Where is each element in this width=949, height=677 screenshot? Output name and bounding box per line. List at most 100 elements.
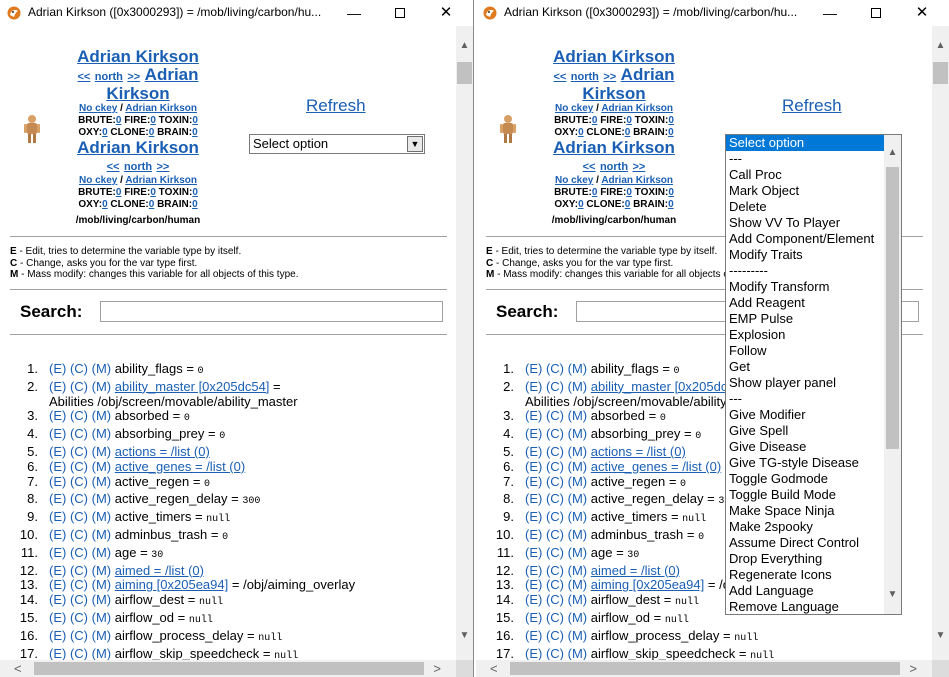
edit-link[interactable]: (E): [525, 646, 542, 660]
action-select[interactable]: Select option ▼: [249, 134, 425, 154]
scroll-up-icon[interactable]: ▲: [456, 40, 473, 58]
mass-modify-link[interactable]: (M): [568, 628, 588, 643]
name-small-link[interactable]: Adrian Kirkson: [125, 103, 197, 114]
change-link[interactable]: (C): [546, 563, 564, 578]
name-small-link-2[interactable]: Adrian Kirkson: [601, 175, 673, 186]
minimize-button[interactable]: —: [815, 3, 845, 23]
dropdown-option[interactable]: Regenerate Icons: [726, 567, 884, 583]
change-link[interactable]: (C): [546, 474, 564, 489]
mass-modify-link[interactable]: (M): [568, 444, 588, 459]
edit-link[interactable]: (E): [49, 426, 66, 441]
dropdown-option[interactable]: Give Modifier: [726, 407, 884, 423]
edit-link[interactable]: (E): [525, 577, 542, 592]
change-link[interactable]: (C): [70, 474, 88, 489]
change-link[interactable]: (C): [546, 646, 564, 660]
change-link[interactable]: (C): [70, 545, 88, 560]
name-small-link-2[interactable]: Adrian Kirkson: [125, 175, 197, 186]
change-link[interactable]: (C): [546, 361, 564, 376]
change-link[interactable]: (C): [70, 628, 88, 643]
change-link[interactable]: (C): [546, 408, 564, 423]
mass-modify-link[interactable]: (M): [568, 563, 588, 578]
edit-link[interactable]: (E): [525, 426, 542, 441]
dropdown-option[interactable]: Make 2spooky: [726, 519, 884, 535]
change-link[interactable]: (C): [70, 426, 88, 441]
brain-value-2[interactable]: 0: [668, 199, 674, 210]
refresh-link[interactable]: Refresh: [782, 96, 842, 116]
search-input[interactable]: [100, 301, 443, 322]
edit-link[interactable]: (E): [49, 610, 66, 625]
edit-link[interactable]: (E): [49, 474, 66, 489]
edit-link[interactable]: (E): [49, 459, 66, 474]
dropdown-option[interactable]: Give TG-style Disease: [726, 455, 884, 471]
h-scroll-thumb[interactable]: [34, 662, 424, 675]
edit-link[interactable]: (E): [49, 361, 66, 376]
maximize-button[interactable]: [385, 3, 415, 23]
dropdown-option[interactable]: EMP Pulse: [726, 311, 884, 327]
edit-link[interactable]: (E): [49, 577, 66, 592]
mob-name-link-3[interactable]: Adrian Kirkson: [46, 139, 230, 157]
mob-name-link-2b[interactable]: Kirkson: [46, 85, 230, 103]
mass-modify-link[interactable]: (M): [92, 527, 112, 542]
var-name-link[interactable]: active_genes = /list (0): [115, 459, 245, 474]
change-link[interactable]: (C): [70, 444, 88, 459]
var-name-link[interactable]: actions = /list (0): [115, 444, 210, 459]
mob-name-link-2a[interactable]: Adrian: [145, 65, 199, 84]
dropdown-option[interactable]: Show VV To Player: [726, 215, 884, 231]
var-name-link[interactable]: actions = /list (0): [591, 444, 686, 459]
edit-link[interactable]: (E): [525, 474, 542, 489]
mass-modify-link[interactable]: (M): [92, 610, 112, 625]
dropdown-option[interactable]: Toggle Build Mode: [726, 487, 884, 503]
var-name-link[interactable]: ability_master [0x205dc54]: [115, 379, 270, 394]
change-link[interactable]: (C): [546, 426, 564, 441]
mass-modify-link[interactable]: (M): [92, 459, 112, 474]
edit-link[interactable]: (E): [525, 563, 542, 578]
dropdown-option[interactable]: Add Reagent: [726, 295, 884, 311]
scroll-up-icon[interactable]: ▲: [884, 147, 901, 158]
mass-modify-link[interactable]: (M): [568, 509, 588, 524]
dropdown-option[interactable]: Follow: [726, 343, 884, 359]
edit-link[interactable]: (E): [49, 444, 66, 459]
nav-prev-link-2[interactable]: <<: [107, 161, 120, 173]
mass-modify-link[interactable]: (M): [568, 379, 588, 394]
mass-modify-link[interactable]: (M): [568, 491, 588, 506]
dropdown-option[interactable]: Assume Direct Control: [726, 535, 884, 551]
dropdown-option[interactable]: ---------: [726, 263, 884, 279]
change-link[interactable]: (C): [546, 527, 564, 542]
mass-modify-link[interactable]: (M): [92, 509, 112, 524]
mass-modify-link[interactable]: (M): [92, 491, 112, 506]
dropdown-scroll-thumb[interactable]: [886, 167, 899, 449]
edit-link[interactable]: (E): [49, 592, 66, 607]
edit-link[interactable]: (E): [525, 592, 542, 607]
brain-value[interactable]: 0: [668, 127, 674, 138]
dropdown-option[interactable]: Give Spell: [726, 423, 884, 439]
scroll-down-icon[interactable]: ▼: [456, 630, 473, 648]
mass-modify-link[interactable]: (M): [568, 577, 588, 592]
scroll-right-icon[interactable]: >: [909, 660, 917, 677]
edit-link[interactable]: (E): [49, 379, 66, 394]
mass-modify-link[interactable]: (M): [568, 474, 588, 489]
edit-link[interactable]: (E): [525, 361, 542, 376]
close-button[interactable]: ✕: [907, 3, 937, 23]
h-scroll-thumb[interactable]: [510, 662, 900, 675]
mob-name-link[interactable]: Adrian Kirkson: [522, 48, 706, 66]
mass-modify-link[interactable]: (M): [92, 408, 112, 423]
edit-link[interactable]: (E): [525, 379, 542, 394]
change-link[interactable]: (C): [546, 628, 564, 643]
mass-modify-link[interactable]: (M): [568, 527, 588, 542]
dropdown-option[interactable]: Modify Traits: [726, 247, 884, 263]
change-link[interactable]: (C): [70, 459, 88, 474]
change-link[interactable]: (C): [70, 527, 88, 542]
edit-link[interactable]: (E): [525, 408, 542, 423]
dropdown-option[interactable]: Remove Language: [726, 599, 884, 614]
edit-link[interactable]: (E): [49, 408, 66, 423]
mass-modify-link[interactable]: (M): [568, 610, 588, 625]
edit-link[interactable]: (E): [49, 563, 66, 578]
dropdown-option[interactable]: Modify Transform: [726, 279, 884, 295]
var-name-link[interactable]: ability_master [0x205dc54]: [591, 379, 746, 394]
edit-link[interactable]: (E): [49, 527, 66, 542]
nav-next-link-2[interactable]: >>: [633, 161, 646, 173]
horizontal-scrollbar[interactable]: < >: [0, 660, 457, 677]
nav-dir-link-2[interactable]: north: [600, 161, 628, 173]
dropdown-option[interactable]: Delete: [726, 199, 884, 215]
nav-dir-link[interactable]: north: [571, 71, 599, 83]
